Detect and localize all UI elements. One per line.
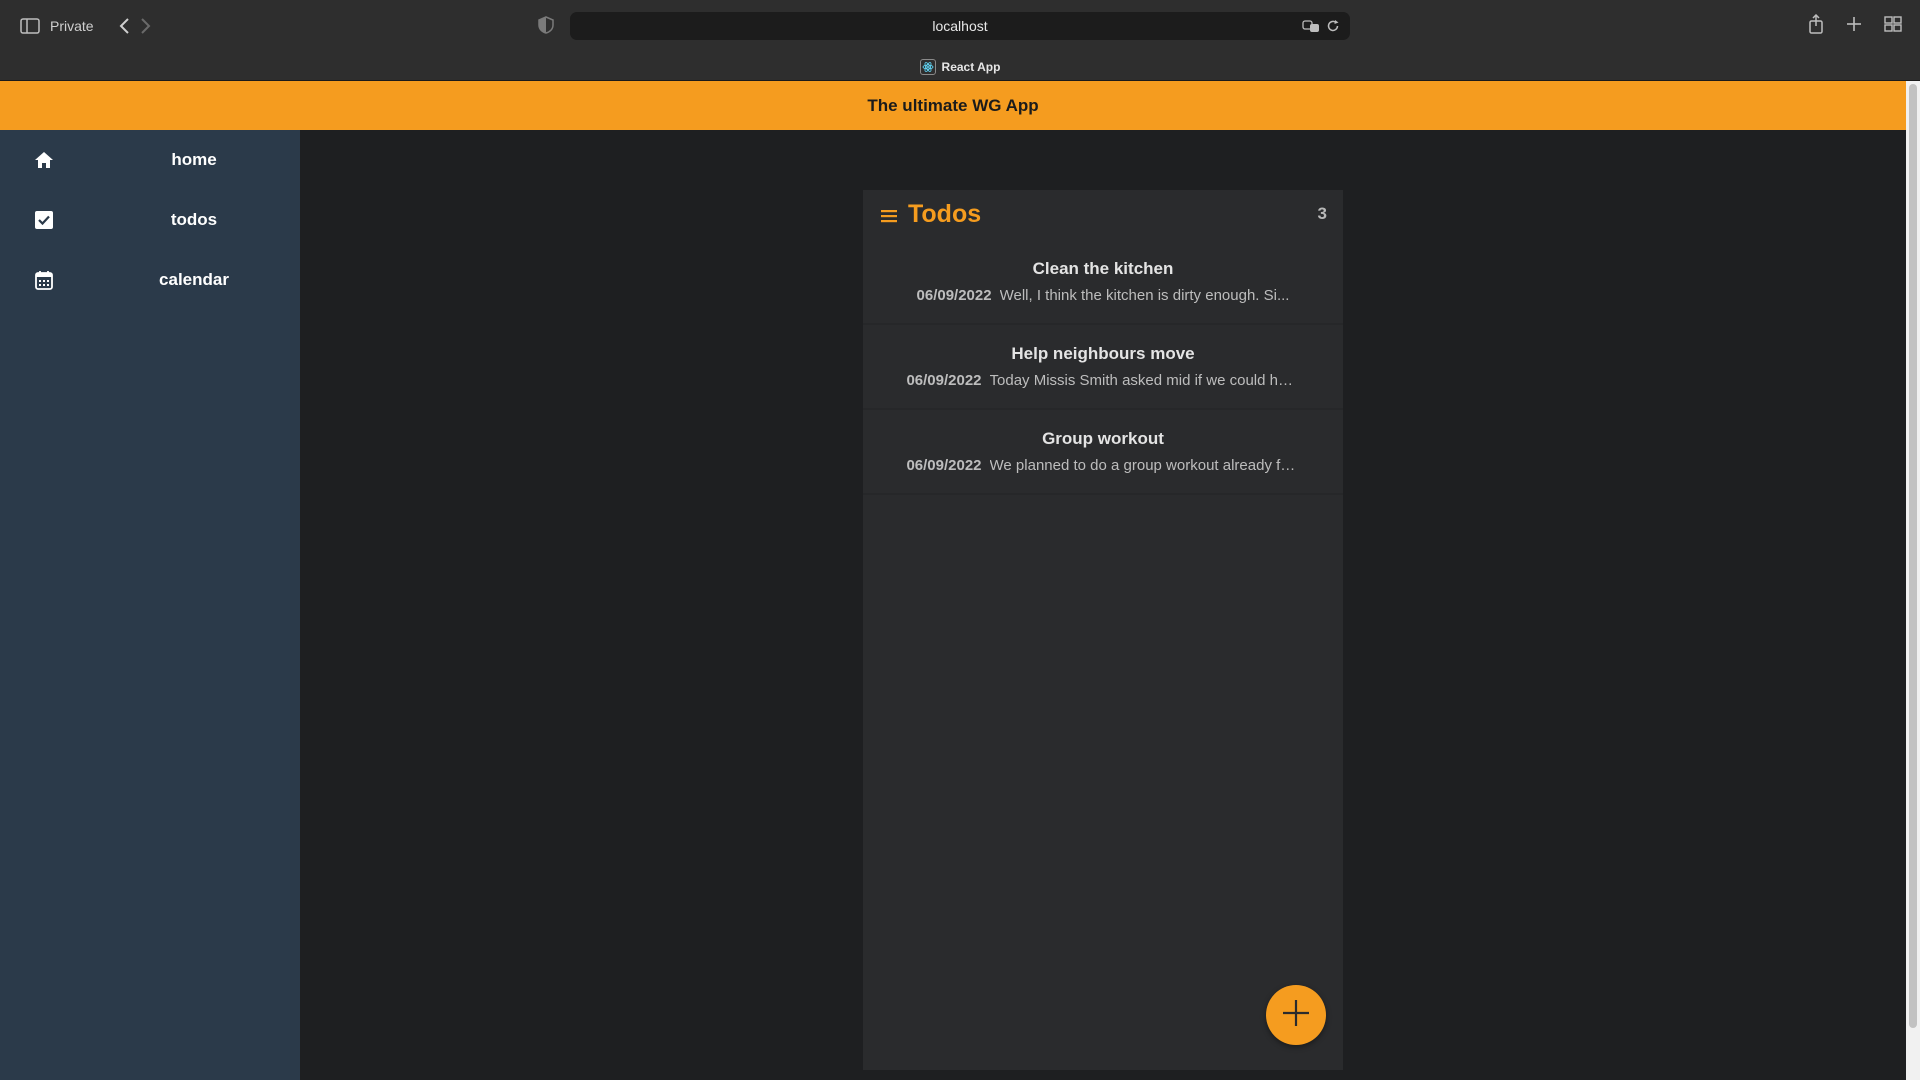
- todo-description: Today Missis Smith asked mid if we could…: [989, 372, 1300, 389]
- sidebar-item-calendar[interactable]: calendar: [0, 250, 300, 310]
- browser-right-controls: [1808, 13, 1902, 39]
- home-icon: [34, 150, 54, 170]
- private-mode-label: Private: [50, 18, 94, 34]
- sidebar-item-home[interactable]: home: [0, 130, 300, 190]
- todo-panel: Todos 3 Clean the kitchen 06/09/2022 Wel…: [863, 190, 1343, 1070]
- todo-description: We planned to do a group workout already…: [989, 457, 1300, 474]
- app-header: The ultimate WG App: [0, 81, 1906, 130]
- scrollbar-thumb[interactable]: [1909, 84, 1917, 1028]
- todo-panel-header: Todos 3: [863, 190, 1343, 240]
- browser-left-controls: Private: [20, 14, 152, 38]
- back-arrow-icon[interactable]: [118, 17, 130, 35]
- app-title: The ultimate WG App: [867, 95, 1039, 115]
- todo-meta: 06/09/2022 We planned to do a group work…: [906, 457, 1299, 474]
- todo-date: 06/09/2022: [906, 372, 982, 389]
- todo-panel-title: Todos: [908, 200, 982, 228]
- todo-description: Well, I think the kitchen is dirty enoug…: [999, 287, 1290, 304]
- todo-item[interactable]: Clean the kitchen 06/09/2022 Well, I thi…: [863, 240, 1343, 325]
- react-favicon-icon: [919, 59, 936, 75]
- todo-item[interactable]: Group workout 06/09/2022 We planned to d…: [863, 410, 1343, 495]
- todo-item[interactable]: Help neighbours move 06/09/2022 Today Mi…: [863, 325, 1343, 410]
- sidebar: home todos calendar: [0, 130, 300, 1080]
- sidebar-item-todos[interactable]: todos: [0, 190, 300, 250]
- new-tab-icon[interactable]: [1846, 14, 1862, 39]
- add-todo-button[interactable]: [1266, 985, 1326, 1045]
- reload-icon[interactable]: [1326, 19, 1340, 38]
- todo-count: 3: [1317, 204, 1327, 223]
- list-icon: [881, 209, 897, 228]
- browser-toolbar: Private localhost React App: [0, 0, 1920, 81]
- plus-icon: [1281, 998, 1311, 1033]
- share-icon[interactable]: [1808, 13, 1824, 39]
- todo-meta: 06/09/2022 Today Missis Smith asked mid …: [906, 372, 1299, 389]
- tab-overview-icon[interactable]: [1884, 14, 1902, 39]
- address-bar[interactable]: localhost: [570, 12, 1350, 40]
- main-content: Todos 3 Clean the kitchen 06/09/2022 Wel…: [300, 130, 1906, 1080]
- tab-title: React App: [941, 60, 1001, 74]
- todo-title: Clean the kitchen: [1032, 259, 1174, 278]
- forward-arrow-icon[interactable]: [140, 17, 152, 35]
- privacy-shield-icon[interactable]: [538, 16, 554, 39]
- calendar-icon: [34, 270, 54, 290]
- todo-date: 06/09/2022: [906, 457, 982, 474]
- sidebar-toggle-icon[interactable]: [20, 18, 40, 34]
- todo-meta: 06/09/2022 Well, I think the kitchen is …: [917, 287, 1290, 304]
- url-text: localhost: [932, 18, 988, 34]
- active-tab[interactable]: React App: [0, 54, 1920, 80]
- todo-title: Help neighbours move: [1011, 344, 1195, 363]
- todo-date: 06/09/2022: [916, 287, 992, 304]
- translate-icon[interactable]: [1302, 19, 1320, 38]
- todo-title: Group workout: [1042, 429, 1164, 448]
- checkbox-icon: [34, 210, 54, 230]
